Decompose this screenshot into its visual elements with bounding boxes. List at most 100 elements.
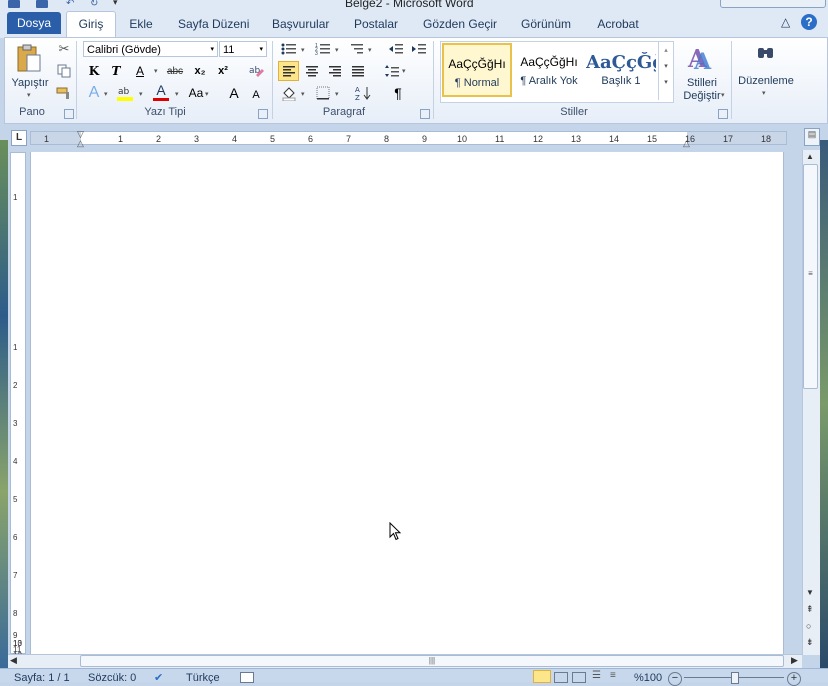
line-spacing-icon[interactable] bbox=[382, 62, 402, 80]
font-size-dropdown-icon[interactable]: ▾ bbox=[259, 42, 263, 58]
zoom-level[interactable]: %100 bbox=[634, 672, 662, 684]
font-color-dropdown-icon[interactable]: ▾ bbox=[175, 90, 179, 98]
decrease-indent-icon[interactable] bbox=[386, 40, 406, 58]
redo-icon[interactable]: ↻ bbox=[90, 0, 98, 9]
view-ruler-icon[interactable]: ▤ bbox=[804, 128, 820, 146]
clear-formatting-icon[interactable]: ab bbox=[246, 62, 266, 80]
shrink-font-button[interactable]: A bbox=[246, 86, 266, 104]
text-effects-icon[interactable]: A bbox=[84, 84, 104, 102]
line-spacing-dropdown-icon[interactable]: ▾ bbox=[402, 67, 406, 75]
paragraph-launcher-icon[interactable] bbox=[420, 109, 430, 119]
text-effects-dropdown-icon[interactable]: ▾ bbox=[104, 90, 108, 98]
tab-mailings[interactable]: Postalar bbox=[354, 13, 398, 35]
multilevel-dropdown-icon[interactable]: ▾ bbox=[368, 46, 372, 54]
font-launcher-icon[interactable] bbox=[258, 109, 268, 119]
change-styles-button[interactable]: Stilleri Değiştir bbox=[678, 77, 726, 103]
superscript-button[interactable]: x² bbox=[213, 62, 233, 80]
previous-page-icon[interactable]: ⇞ bbox=[806, 604, 814, 615]
tab-acrobat[interactable]: Acrobat bbox=[597, 13, 639, 35]
scroll-left-icon[interactable]: ◀ bbox=[10, 655, 17, 666]
sort-icon[interactable]: AZ bbox=[354, 84, 374, 102]
change-styles-dropdown-icon[interactable]: ▾ bbox=[721, 91, 725, 99]
hanging-indent-icon[interactable]: △ bbox=[77, 138, 84, 149]
style-normal[interactable]: AaÇçĞğHı ¶ Normal bbox=[442, 43, 512, 97]
tab-file[interactable]: Dosya bbox=[7, 12, 61, 34]
underline-button[interactable]: A bbox=[130, 62, 150, 80]
window-controls[interactable] bbox=[720, 0, 826, 8]
bullets-icon[interactable] bbox=[279, 40, 299, 58]
increase-indent-icon[interactable] bbox=[409, 40, 429, 58]
proofing-check-icon[interactable]: ✔ bbox=[154, 671, 163, 684]
align-center-button[interactable] bbox=[302, 62, 322, 80]
style-no-spacing[interactable]: AaÇçĞğHı ¶ Aralık Yok bbox=[514, 43, 584, 97]
find-binoculars-icon[interactable] bbox=[756, 44, 776, 64]
styles-more-icon[interactable]: ▾ bbox=[659, 78, 673, 86]
minimize-ribbon-icon[interactable]: △ bbox=[781, 15, 790, 29]
horizontal-ruler[interactable]: ▽ △ △ 1 1 2 3 4 5 6 7 8 9 10 11 12 13 14… bbox=[30, 129, 787, 148]
scroll-down-icon[interactable]: ▼ bbox=[806, 588, 814, 597]
style-heading-1[interactable]: AaÇçĞğ Başlık 1 bbox=[586, 43, 656, 97]
tab-review[interactable]: Gözden Geçir bbox=[423, 13, 497, 35]
bullets-dropdown-icon[interactable]: ▾ bbox=[301, 46, 305, 54]
undo-icon[interactable]: ↶ bbox=[66, 0, 74, 9]
scroll-up-icon[interactable]: ▲ bbox=[806, 152, 814, 161]
strikethrough-button[interactable]: abc bbox=[165, 62, 185, 80]
scroll-right-icon[interactable]: ▶ bbox=[791, 655, 798, 666]
styles-scroll-down-icon[interactable]: ▾ bbox=[659, 62, 673, 70]
zoom-in-icon[interactable]: + bbox=[787, 672, 801, 686]
justify-button[interactable] bbox=[348, 62, 368, 80]
align-left-button[interactable] bbox=[278, 61, 299, 81]
print-layout-view-icon[interactable] bbox=[533, 670, 551, 683]
paste-icon[interactable] bbox=[14, 43, 44, 73]
macro-record-icon[interactable] bbox=[240, 672, 254, 683]
tab-insert[interactable]: Ekle bbox=[128, 13, 154, 35]
font-size-combo[interactable]: 11 ▾ bbox=[219, 41, 267, 57]
next-page-icon[interactable]: ⇟ bbox=[806, 637, 814, 648]
styles-launcher-icon[interactable] bbox=[718, 109, 728, 119]
borders-icon[interactable] bbox=[313, 84, 333, 102]
font-color-button[interactable]: A bbox=[151, 83, 171, 103]
font-name-dropdown-icon[interactable]: ▾ bbox=[210, 42, 214, 58]
status-word-count[interactable]: Sözcük: 0 bbox=[88, 672, 136, 684]
editing-dropdown-icon[interactable]: ▾ bbox=[762, 89, 766, 97]
tab-page-layout[interactable]: Sayfa Düzeni bbox=[178, 13, 249, 35]
highlight-color-icon[interactable]: ab bbox=[115, 84, 137, 102]
tab-references[interactable]: Başvurular bbox=[272, 13, 329, 35]
shading-dropdown-icon[interactable]: ▾ bbox=[301, 90, 305, 98]
styles-scroll-up-icon[interactable]: ▴ bbox=[659, 46, 673, 54]
select-browse-object-icon[interactable]: ○ bbox=[806, 621, 811, 631]
zoom-slider-thumb[interactable] bbox=[731, 672, 739, 684]
change-styles-icon[interactable]: AA bbox=[686, 43, 716, 75]
word-app-icon[interactable] bbox=[8, 0, 20, 8]
draft-view-icon[interactable]: ≡ bbox=[610, 670, 616, 681]
paste-dropdown-icon[interactable]: ▾ bbox=[27, 91, 31, 99]
full-screen-reading-icon[interactable] bbox=[554, 672, 568, 683]
copy-icon[interactable] bbox=[54, 62, 74, 80]
format-painter-icon[interactable] bbox=[54, 84, 74, 102]
cut-icon[interactable]: ✂ bbox=[54, 40, 74, 58]
paste-button[interactable]: Yapıştır bbox=[8, 77, 52, 89]
zoom-out-icon[interactable]: − bbox=[668, 672, 682, 686]
subscript-button[interactable]: x₂ bbox=[190, 62, 210, 80]
document-page[interactable] bbox=[30, 152, 784, 655]
change-case-dropdown-icon[interactable]: ▾ bbox=[205, 90, 209, 98]
status-page-count[interactable]: Sayfa: 1 / 1 bbox=[14, 672, 70, 684]
borders-dropdown-icon[interactable]: ▾ bbox=[335, 90, 339, 98]
outline-view-icon[interactable]: ☰ bbox=[592, 670, 601, 681]
highlight-dropdown-icon[interactable]: ▾ bbox=[139, 90, 143, 98]
shading-icon[interactable] bbox=[279, 84, 299, 102]
font-name-combo[interactable]: Calibri (Gövde) ▾ bbox=[83, 41, 218, 57]
save-icon[interactable] bbox=[36, 0, 48, 8]
vertical-ruler[interactable]: 1 1 2 3 4 5 6 7 8 9 10 11 12 13 bbox=[10, 152, 26, 660]
tab-selector-icon[interactable]: L bbox=[11, 130, 27, 146]
styles-scroll[interactable]: ▴ ▾ ▾ bbox=[658, 42, 673, 100]
numbering-icon[interactable]: 123 bbox=[313, 40, 333, 58]
clipboard-launcher-icon[interactable] bbox=[64, 109, 74, 119]
help-icon[interactable]: ? bbox=[801, 14, 817, 30]
grow-font-button[interactable]: A bbox=[224, 84, 244, 102]
web-layout-icon[interactable] bbox=[572, 672, 586, 683]
customize-qat-icon[interactable]: ▾ bbox=[113, 0, 118, 8]
italic-button[interactable]: T bbox=[106, 62, 126, 80]
tab-view[interactable]: Görünüm bbox=[520, 13, 572, 35]
numbering-dropdown-icon[interactable]: ▾ bbox=[335, 46, 339, 54]
